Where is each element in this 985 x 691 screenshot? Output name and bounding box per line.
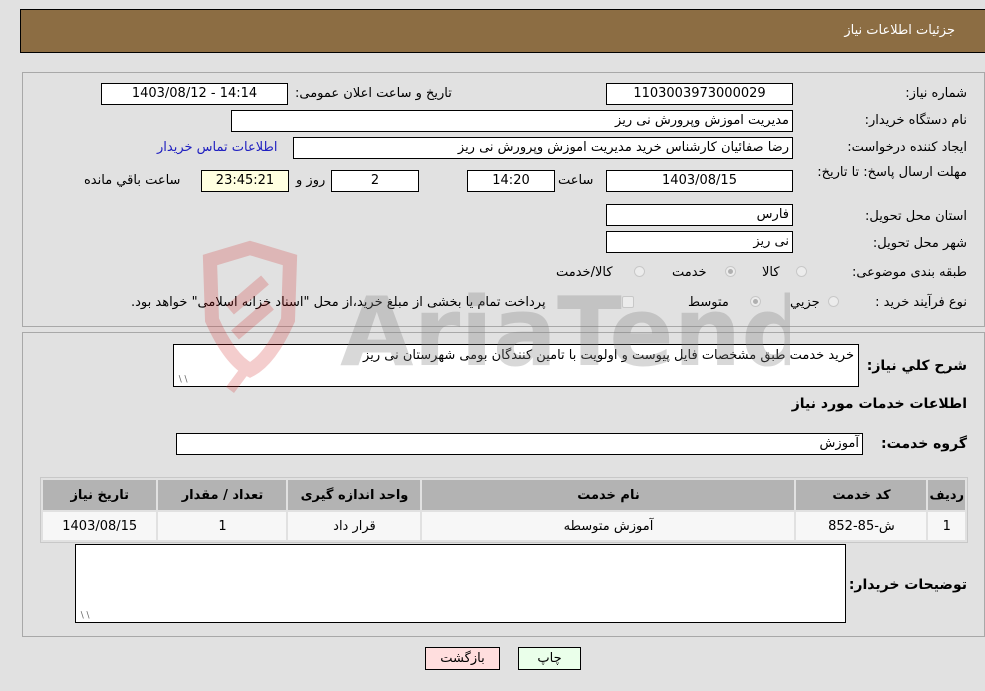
col-header-service-name: نام خدمت — [422, 480, 795, 510]
announce-datetime-field: 1403/08/12 - 14:14 — [101, 83, 288, 105]
description-textarea[interactable]: خرید خدمت طبق مشخصات فایل پیوست و اولویت… — [173, 344, 859, 387]
category-radio-goods-service[interactable] — [634, 266, 645, 277]
requester-label: ایجاد کننده درخواست: — [847, 140, 967, 155]
category-option-service: خدمت — [672, 265, 707, 280]
cell-service-name: آموزش متوسطه — [422, 512, 795, 540]
services-table: ردیف کد خدمت نام خدمت واحد اندازه گیری ت… — [40, 477, 968, 543]
table-row: 1 ش-85-852 آموزش متوسطه قرار داد 1 1403/… — [43, 512, 965, 540]
purchase-type-radio-minor[interactable] — [828, 296, 839, 307]
back-button[interactable]: بازگشت — [425, 647, 500, 670]
deadline-time-field: 14:20 — [467, 170, 555, 192]
deadline-days-label: روز و — [296, 173, 326, 188]
col-header-quantity: تعداد / مقدار — [158, 480, 287, 510]
requester-field: رضا صفائیان کارشناس خرید مدیریت اموزش وپ… — [293, 137, 793, 159]
purchase-type-option-medium: متوسط — [688, 295, 729, 310]
service-group-field: آموزش — [176, 433, 863, 455]
remaining-time-field: 23:45:21 — [201, 170, 289, 192]
city-label: شهر محل تحویل: — [872, 236, 967, 251]
purchase-type-label: نوع فرآیند خرید : — [875, 295, 967, 310]
deadline-time-label: ساعت — [558, 173, 594, 188]
deadline-label: مهلت ارسال پاسخ: تا تاریخ: — [817, 165, 967, 180]
page-header: جزئیات اطلاعات نیاز — [20, 9, 985, 53]
services-section-title: اطلاعات خدمات مورد نیاز — [791, 396, 967, 412]
buyer-notes-textarea[interactable]: ∖∖ — [75, 544, 846, 623]
col-header-row-number: ردیف — [928, 480, 965, 510]
purchase-type-option-minor: جزيي — [790, 295, 820, 310]
buyer-org-field: مدیریت اموزش وپرورش نی ریز — [231, 110, 793, 132]
category-option-goods-service: کالا/خدمت — [556, 265, 613, 280]
col-header-need-date: تاریخ نیاز — [43, 480, 157, 510]
table-header-row: ردیف کد خدمت نام خدمت واحد اندازه گیری ت… — [43, 480, 965, 510]
province-field: فارس — [606, 204, 793, 226]
col-header-service-code: کد خدمت — [796, 480, 927, 510]
remaining-time-label: ساعت باقي مانده — [84, 173, 181, 188]
description-label: شرح کلي نیاز: — [866, 358, 967, 374]
need-number-label: شماره نیاز: — [905, 86, 967, 101]
category-radio-goods[interactable] — [796, 266, 807, 277]
city-field: نی ریز — [606, 231, 793, 253]
buyer-contact-link[interactable]: اطلاعات تماس خریدار — [157, 140, 277, 155]
treasury-note: پرداخت تمام یا بخشی از مبلغ خرید،از محل … — [131, 295, 546, 310]
description-text: خرید خدمت طبق مشخصات فایل پیوست و اولویت… — [363, 348, 854, 363]
category-radio-service[interactable] — [725, 266, 736, 277]
page-title: جزئیات اطلاعات نیاز — [844, 23, 955, 38]
cell-need-date: 1403/08/15 — [43, 512, 157, 540]
buyer-notes-label: توضیحات خریدار: — [848, 577, 967, 593]
category-label: طبقه بندی موضوعی: — [851, 265, 967, 280]
buyer-org-label: نام دستگاه خریدار: — [864, 113, 967, 128]
resize-grip-icon[interactable]: ∖∖ — [79, 611, 90, 621]
treasury-checkbox[interactable] — [622, 296, 634, 308]
cell-row-number: 1 — [928, 512, 965, 540]
deadline-days-field: 2 — [331, 170, 419, 192]
province-label: استان محل تحویل: — [865, 209, 967, 224]
cell-unit: قرار داد — [288, 512, 421, 540]
category-option-goods: کالا — [762, 265, 780, 280]
cell-service-code: ش-85-852 — [796, 512, 927, 540]
purchase-type-radio-medium[interactable] — [750, 296, 761, 307]
deadline-date-field: 1403/08/15 — [606, 170, 793, 192]
col-header-unit: واحد اندازه گیری — [288, 480, 421, 510]
cell-quantity: 1 — [158, 512, 287, 540]
need-number-field: 1103003973000029 — [606, 83, 793, 105]
announce-datetime-label: تاریخ و ساعت اعلان عمومی: — [295, 86, 452, 101]
service-group-label: گروه خدمت: — [881, 436, 967, 452]
resize-grip-icon[interactable]: ∖∖ — [177, 375, 188, 385]
print-button[interactable]: چاپ — [518, 647, 581, 670]
